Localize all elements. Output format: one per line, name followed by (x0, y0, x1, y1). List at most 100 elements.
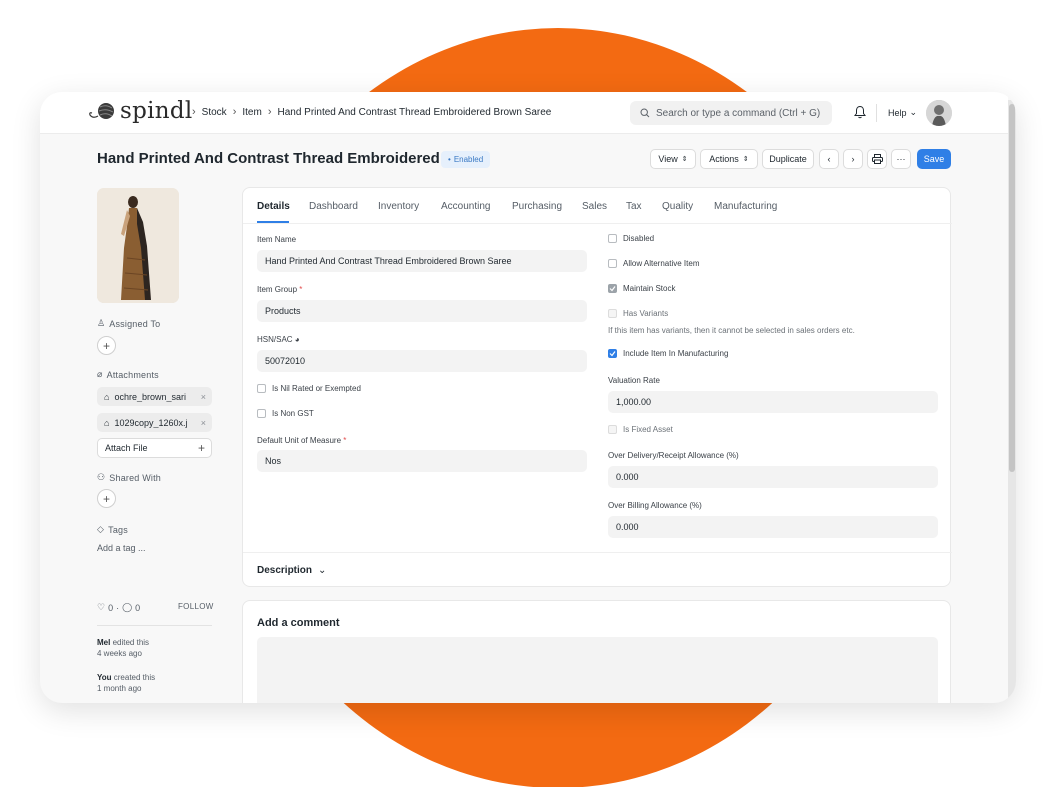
include-manufacturing-label: Include Item In Manufacturing (623, 349, 729, 358)
valuation-rate-field[interactable]: 1,000.00 (608, 391, 938, 413)
remove-attachment-icon[interactable]: × (201, 418, 206, 428)
breadcrumb-current[interactable]: Hand Printed And Contrast Thread Embroid… (277, 107, 551, 118)
logo[interactable]: spindl (88, 98, 193, 124)
actions-label: Actions (709, 154, 739, 164)
previous-button[interactable]: ‹ (819, 149, 839, 169)
remove-attachment-icon[interactable]: × (201, 392, 206, 402)
add-assignee-button[interactable]: + (97, 336, 116, 355)
checkbox-box[interactable] (608, 284, 617, 293)
checkbox-box[interactable] (608, 234, 617, 243)
chevron-right-icon: › (232, 106, 237, 118)
checkbox-box[interactable] (608, 349, 617, 358)
activity-action: created this (113, 673, 156, 682)
heart-icon[interactable]: ♡ (97, 602, 105, 613)
next-button[interactable]: › (843, 149, 863, 169)
disabled-label: Disabled (623, 234, 655, 243)
over-billing-label: Over Billing Allowance (%) (608, 501, 702, 510)
save-button[interactable]: Save (917, 149, 951, 169)
dot-separator: · (116, 602, 120, 613)
checkbox-box[interactable] (608, 259, 617, 268)
bell-icon[interactable] (854, 105, 866, 119)
comment-icon[interactable]: ◯ (122, 602, 132, 613)
uom-label-text: Default Unit of Measure (257, 436, 342, 445)
scrollbar-thumb[interactable] (1009, 104, 1015, 472)
actions-button[interactable]: Actions ⇕ (700, 149, 758, 169)
duplicate-button[interactable]: Duplicate (762, 149, 814, 169)
user-photo-icon (926, 100, 952, 126)
item-name-field[interactable]: Hand Printed And Contrast Thread Embroid… (257, 250, 587, 272)
view-button[interactable]: View ⇕ (650, 149, 696, 169)
app-window: spindl › Stock › Item › Hand Printed And… (40, 92, 1016, 703)
tab-quality[interactable]: Quality (662, 201, 693, 212)
tab-tax[interactable]: Tax (626, 201, 642, 212)
search-input[interactable]: Search or type a command (Ctrl + G) (656, 108, 820, 119)
search-bar[interactable]: Search or type a command (Ctrl + G) (630, 101, 832, 125)
description-section-toggle[interactable]: Description ⌄ (257, 565, 326, 576)
activity-user[interactable]: Mel (97, 638, 110, 647)
tab-manufacturing[interactable]: Manufacturing (714, 201, 777, 212)
attachment-name: ochre_brown_sari (114, 391, 186, 402)
over-billing-field[interactable]: 0.000 (608, 516, 938, 538)
hsn-label-text: HSN/SAC (257, 335, 293, 344)
tab-accounting[interactable]: Accounting (441, 201, 490, 212)
help-label: Help (888, 107, 907, 118)
more-button[interactable]: ··· (891, 149, 911, 169)
plus-icon: + (102, 338, 110, 353)
item-group-field[interactable]: Products (257, 300, 587, 322)
item-form-card: Details Dashboard Inventory Accounting P… (242, 187, 952, 587)
printer-icon (871, 154, 883, 164)
tab-purchasing[interactable]: Purchasing (512, 201, 562, 212)
add-tag-link[interactable]: Add a tag ... (97, 543, 146, 553)
navbar: spindl › Stock › Item › Hand Printed And… (40, 92, 1008, 134)
help-dropdown[interactable]: Help ⌄ (888, 107, 917, 118)
chevron-right-icon: › (267, 106, 272, 118)
print-button[interactable] (867, 149, 887, 169)
likes-count: 0 (108, 602, 114, 613)
nil-rated-checkbox[interactable]: Is Nil Rated or Exempted (257, 384, 361, 393)
uom-field[interactable]: Nos (257, 450, 587, 472)
activity-user[interactable]: You (97, 673, 112, 682)
tab-dashboard[interactable]: Dashboard (309, 201, 358, 212)
activity-item: Mel edited this 4 weeks ago (97, 637, 149, 659)
breadcrumb-stock[interactable]: Stock (202, 107, 227, 118)
has-variants-help: If this item has variants, then it canno… (608, 326, 855, 335)
avatar[interactable] (926, 100, 952, 126)
maintain-stock-checkbox[interactable]: Maintain Stock (608, 284, 675, 293)
item-name-label: Item Name (257, 235, 297, 244)
tab-details[interactable]: Details (257, 201, 290, 212)
over-delivery-label: Over Delivery/Receipt Allowance (%) (608, 451, 739, 460)
has-variants-checkbox[interactable]: Has Variants (608, 309, 668, 318)
attachment-chip[interactable]: ⌂ 1029copy_1260x.j × (97, 413, 212, 432)
attach-file-button[interactable]: Attach File + (97, 438, 212, 458)
allow-alternative-checkbox[interactable]: Allow Alternative Item (608, 259, 699, 268)
tab-sales[interactable]: Sales (582, 201, 607, 212)
follow-button[interactable]: FOLLOW (178, 602, 214, 611)
status-text: Enabled (453, 155, 484, 164)
user-icon: ♙ (97, 318, 106, 328)
non-gst-checkbox[interactable]: Is Non GST (257, 409, 314, 418)
allow-alternative-label: Allow Alternative Item (623, 259, 700, 268)
lock-icon: ⌂ (104, 391, 110, 402)
include-manufacturing-checkbox[interactable]: Include Item In Manufacturing (608, 349, 728, 358)
scrollbar[interactable] (1008, 100, 1016, 700)
tab-inventory[interactable]: Inventory (378, 201, 419, 212)
fixed-asset-checkbox[interactable]: Is Fixed Asset (608, 425, 673, 434)
attachment-chip[interactable]: ⌂ ochre_brown_sari × (97, 387, 212, 406)
add-share-button[interactable]: + (97, 489, 116, 508)
chevron-right-icon: › (192, 106, 196, 118)
tabs-divider (243, 223, 952, 224)
item-image[interactable] (97, 188, 179, 303)
comments-count: 0 (135, 602, 141, 613)
disabled-checkbox[interactable]: Disabled (608, 234, 654, 243)
hsn-field[interactable]: 50072010 (257, 350, 587, 372)
checkbox-box[interactable] (608, 425, 617, 434)
shared-with-label: Shared With (109, 472, 162, 483)
checkbox-box[interactable] (257, 409, 266, 418)
status-badge: • Enabled (441, 151, 491, 168)
comment-input[interactable] (257, 637, 938, 703)
checkbox-box[interactable] (608, 309, 617, 318)
breadcrumb-item[interactable]: Item (242, 107, 261, 118)
checkbox-box[interactable] (257, 384, 266, 393)
uom-label: Default Unit of Measure * (257, 436, 346, 445)
over-delivery-field[interactable]: 0.000 (608, 466, 938, 488)
